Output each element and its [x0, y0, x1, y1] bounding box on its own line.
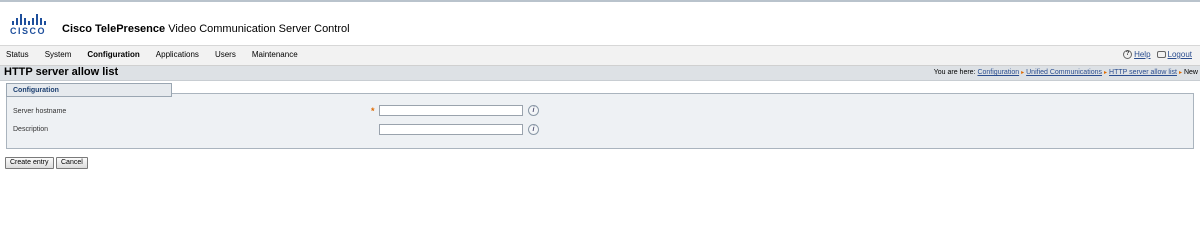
nav-item-system[interactable]: System [45, 50, 72, 59]
create-entry-button[interactable]: Create entry [5, 157, 54, 169]
description-input[interactable] [379, 124, 523, 135]
app-title-product: Video Communication Server Control [165, 23, 350, 35]
breadcrumb: You are here: Configuration ▸ Unified Comm… [934, 69, 1198, 76]
cancel-button[interactable]: Cancel [56, 157, 88, 169]
nav-item-configuration[interactable]: Configuration [87, 50, 139, 59]
nav-item-maintenance[interactable]: Maintenance [252, 50, 298, 59]
logo-text: CISCO [10, 26, 47, 36]
server-hostname-label: Server hostname [13, 108, 67, 115]
cisco-logo: CISCO [10, 13, 50, 39]
panel-title: Configuration [6, 83, 172, 97]
breadcrumb-link-unified-communications[interactable]: Unified Communications [1026, 69, 1102, 76]
server-hostname-info-icon[interactable]: i [528, 105, 539, 116]
breadcrumb-prefix: You are here: [933, 69, 976, 76]
description-label: Description [13, 126, 49, 133]
configuration-panel: Configuration Server hostname * i Descri… [6, 83, 1194, 149]
nav-items: Status System Configuration Applications… [6, 50, 314, 59]
logout-icon[interactable] [1156, 51, 1166, 58]
page-titlebar: HTTP server allow list You are here: Con… [0, 66, 1200, 81]
nav-utilities: ? Help Logout [1123, 50, 1192, 59]
app-title: Cisco TelePresence Video Communication S… [62, 23, 350, 35]
logout-link[interactable]: Logout [1168, 50, 1192, 59]
nav-item-applications[interactable]: Applications [156, 50, 199, 59]
nav-item-status[interactable]: Status [6, 50, 29, 59]
breadcrumb-link-http-server-allow-list[interactable]: HTTP server allow list [1109, 69, 1177, 76]
main-nav: Status System Configuration Applications… [0, 45, 1200, 66]
logo-bars-icon [10, 13, 50, 25]
breadcrumb-link-configuration[interactable]: Configuration [977, 69, 1019, 76]
help-link[interactable]: Help [1134, 50, 1150, 59]
help-icon[interactable]: ? [1123, 50, 1133, 59]
description-info-icon[interactable]: i [528, 124, 539, 135]
nav-item-users[interactable]: Users [215, 50, 236, 59]
breadcrumb-separator-icon: ▸ [1104, 70, 1108, 76]
breadcrumb-separator-icon: ▸ [1178, 70, 1182, 76]
breadcrumb-current: New [1183, 69, 1198, 76]
app-header: CISCO Cisco TelePresence Video Communica… [0, 2, 1200, 45]
breadcrumb-separator-icon: ▸ [1021, 70, 1025, 76]
server-hostname-input[interactable] [379, 105, 523, 116]
required-marker: * [371, 106, 375, 116]
page-title: HTTP server allow list [4, 66, 119, 78]
app-title-brand: Cisco TelePresence [62, 23, 166, 35]
